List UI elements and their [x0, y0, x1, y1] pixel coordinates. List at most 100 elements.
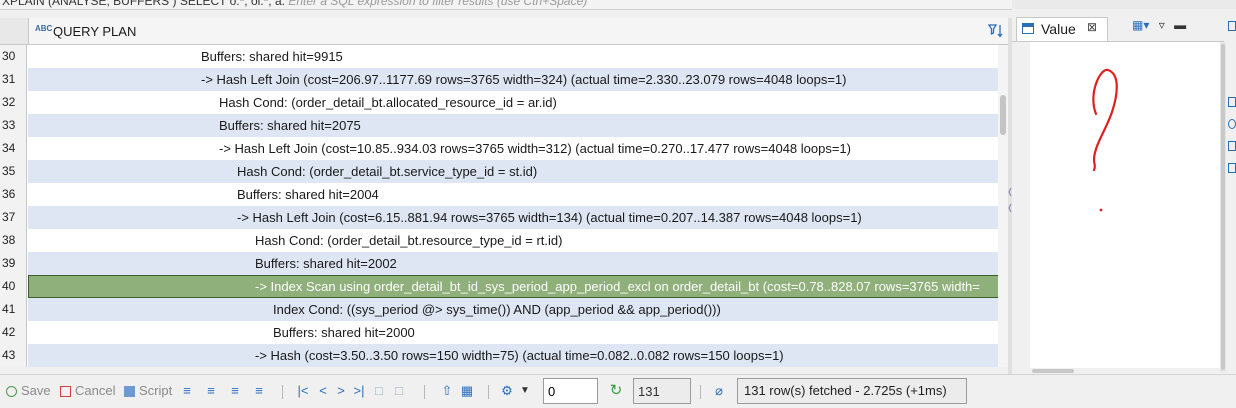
row-number[interactable]: 42: [0, 321, 27, 344]
panel-toggle-icon[interactable]: ⌀: [712, 384, 726, 398]
table-row[interactable]: 37 -> Hash Left Join (cost=6.15..881.94 r…: [0, 206, 1008, 229]
side-panel-icon[interactable]: [1228, 21, 1236, 31]
separator: [488, 385, 489, 399]
column-header-query-plan[interactable]: ABC QUERY PLAN: [28, 18, 1009, 44]
delete-row-icon[interactable]: ≡: [252, 384, 266, 398]
side-tool-icon[interactable]: [1228, 97, 1236, 107]
grid-header: ABC QUERY PLAN: [0, 18, 1012, 45]
last-page-icon[interactable]: >|: [352, 384, 366, 398]
separator: [700, 385, 701, 399]
query-plan-cell[interactable]: Index Cond: ((sys_period @> sys_time()) …: [28, 298, 1008, 321]
filter-placeholder: Enter a SQL expression to filter results…: [288, 0, 588, 8]
query-plan-cell[interactable]: -> Hash Left Join (cost=10.85..934.03 ro…: [28, 137, 1008, 160]
query-plan-cell[interactable]: Buffers: shared hit=9915: [28, 45, 1008, 68]
fetch-all-icon[interactable]: □: [392, 384, 406, 398]
table-row[interactable]: 30 Buffers: shared hit=9915: [0, 45, 1008, 68]
side-value-icon[interactable]: [1228, 163, 1236, 173]
value-tab-label: Value: [1041, 21, 1076, 37]
fetch-size-input[interactable]: [543, 378, 598, 404]
minimize-icon[interactable]: ▬: [1174, 18, 1186, 32]
settings-gear-icon[interactable]: ⚙: [500, 384, 514, 398]
refresh-icon[interactable]: ↻: [609, 383, 623, 398]
cancel-label: Cancel: [75, 383, 116, 398]
first-page-icon[interactable]: |<: [296, 384, 310, 398]
save-button[interactable]: Save: [6, 383, 51, 398]
side-info-icon[interactable]: [1228, 119, 1236, 129]
close-tab-icon[interactable]: ⊠: [1087, 20, 1097, 34]
text-type-icon: ABC: [35, 24, 53, 33]
script-button[interactable]: Script: [124, 383, 172, 398]
cancel-button[interactable]: Cancel: [60, 383, 115, 398]
row-number[interactable]: 31: [0, 68, 27, 91]
query-plan-cell[interactable]: Hash Cond: (order_detail_bt.allocated_re…: [28, 91, 1008, 114]
table-row[interactable]: 31 -> Hash Left Join (cost=206.97..1177.6…: [0, 68, 1008, 91]
row-number[interactable]: 38: [0, 229, 27, 252]
add-row-icon[interactable]: ≡: [204, 384, 218, 398]
row-number[interactable]: 32: [0, 91, 27, 114]
save-icon: [6, 386, 17, 397]
row-number[interactable]: 43: [0, 344, 27, 367]
grid-view-icon[interactable]: ▦: [460, 384, 474, 398]
panel-hscroll-thumb[interactable]: [1032, 369, 1074, 373]
row-number[interactable]: 40: [0, 275, 27, 298]
panel-menu-icon[interactable]: ▿: [1159, 18, 1165, 32]
row-number[interactable]: 36: [0, 183, 27, 206]
query-plan-cell[interactable]: -> Index Scan using order_detail_bt_id_s…: [28, 275, 1008, 298]
query-plan-cell[interactable]: -> Hash (cost=3.50..3.50 rows=150 width=…: [28, 344, 1008, 367]
row-number[interactable]: 35: [0, 160, 27, 183]
row-number[interactable]: 41: [0, 298, 27, 321]
table-row[interactable]: 41 Index Cond: ((sys_period @> sys_time()…: [0, 298, 1008, 321]
copy-row-icon[interactable]: ≡: [228, 384, 242, 398]
panel-scrollbar-thumb[interactable]: [1221, 44, 1225, 370]
bottom-toolbar: Save Cancel Script ≡ ≡ ≡ ≡ |< < > >| □ □…: [0, 374, 1236, 408]
next-page-icon[interactable]: >: [334, 384, 348, 398]
export-icon[interactable]: ⇧: [440, 384, 454, 398]
previous-page-icon[interactable]: <: [316, 384, 330, 398]
filter-input[interactable]: XPLAIN (ANALYSE, BUFFERS ) SELECT o.*, o…: [2, 0, 587, 8]
column-filter-sort-icon[interactable]: [987, 22, 1005, 40]
query-plan-cell[interactable]: -> Hash Left Join (cost=206.97..1177.69 …: [28, 68, 1008, 91]
side-grid-icon[interactable]: [1228, 141, 1236, 151]
scrollbar-thumb[interactable]: [1000, 95, 1006, 135]
fetch-next-icon[interactable]: □: [372, 384, 386, 398]
filter-bar[interactable]: XPLAIN (ANALYSE, BUFFERS ) SELECT o.*, o…: [0, 0, 1012, 10]
separator: [424, 385, 425, 399]
script-label: Script: [139, 383, 173, 398]
query-plan-cell[interactable]: Buffers: shared hit=2000: [28, 321, 1008, 344]
table-row[interactable]: 42 Buffers: shared hit=2000: [0, 321, 1008, 344]
query-plan-cell[interactable]: Buffers: shared hit=2002: [28, 252, 1008, 275]
value-tab[interactable]: Value ⊠: [1016, 17, 1108, 41]
row-number[interactable]: 34: [0, 137, 27, 160]
table-row[interactable]: 38 Hash Cond: (order_detail_bt.resource_t…: [0, 229, 1008, 252]
table-row[interactable]: 43 -> Hash (cost=3.50..3.50 rows=150 widt…: [0, 344, 1008, 367]
edit-row-icon[interactable]: ≡: [180, 384, 194, 398]
table-row[interactable]: 35 Hash Cond: (order_detail_bt.service_ty…: [0, 160, 1008, 183]
row-number[interactable]: 33: [0, 114, 27, 137]
separator: [282, 385, 283, 399]
value-panel-content[interactable]: ?: [1030, 42, 1220, 374]
row-number[interactable]: 37: [0, 206, 27, 229]
grid-vertical-scrollbar[interactable]: [998, 45, 1008, 367]
row-count-field: [633, 378, 691, 404]
query-plan-cell[interactable]: -> Hash Left Join (cost=6.15..881.94 row…: [28, 206, 1008, 229]
query-plan-cell[interactable]: Hash Cond: (order_detail_bt.resource_typ…: [28, 229, 1008, 252]
panel-splitter[interactable]: [1008, 18, 1012, 378]
top-toolbar-right: [1012, 0, 1236, 9]
row-number[interactable]: 39: [0, 252, 27, 275]
query-plan-cell[interactable]: Buffers: shared hit=2075: [28, 114, 1008, 137]
script-icon: [124, 386, 135, 397]
content-viewer-icon[interactable]: ▦▾: [1132, 18, 1149, 32]
table-row[interactable]: 34 -> Hash Left Join (cost=10.85..934.03 …: [0, 137, 1008, 160]
table-row[interactable]: 36 Buffers: shared hit=2004: [0, 183, 1008, 206]
value-panel-toolbar: ▦▾ ▿ ▬: [1132, 18, 1192, 32]
table-row[interactable]: 32 Hash Cond: (order_detail_bt.allocated_…: [0, 91, 1008, 114]
query-plan-cell[interactable]: Buffers: shared hit=2004: [28, 183, 1008, 206]
results-grid[interactable]: 30 Buffers: shared hit=9915 31 -> Hash Left…: [0, 45, 1008, 367]
table-row-selected[interactable]: 40 -> Index Scan using order_detail_bt_id…: [0, 275, 1008, 298]
table-row[interactable]: 33 Buffers: shared hit=2075: [0, 114, 1008, 137]
table-row[interactable]: 39 Buffers: shared hit=2002: [0, 252, 1008, 275]
row-number[interactable]: 30: [0, 45, 27, 68]
query-plan-cell[interactable]: Hash Cond: (order_detail_bt.service_type…: [28, 160, 1008, 183]
splitter-arrows-icon[interactable]: [1008, 186, 1012, 216]
chevron-down-icon[interactable]: ▼: [518, 384, 532, 398]
